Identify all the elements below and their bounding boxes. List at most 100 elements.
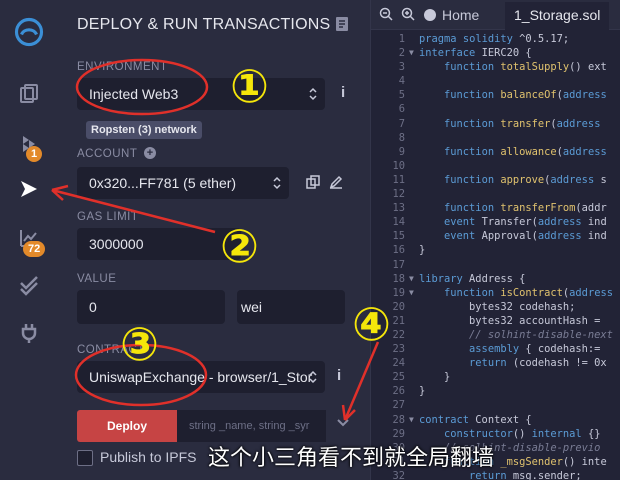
tab-home[interactable]: Home [423, 7, 479, 23]
file-explorer-icon[interactable] [0, 74, 58, 114]
value-unit: wei [241, 299, 263, 315]
zoom-out-icon[interactable] [379, 7, 393, 21]
code-line[interactable]: 8 [371, 131, 620, 145]
value-unit-select[interactable]: wei [237, 290, 345, 324]
code-line[interactable]: 15 event Approval(address ind [371, 229, 620, 243]
code-text: function transferFrom(addr [444, 202, 607, 215]
code-line[interactable]: 5 function balanceOf(address [371, 88, 620, 102]
line-number: 15 [392, 230, 405, 243]
line-number: 12 [392, 188, 405, 201]
fold-arrow-icon[interactable]: ▼ [409, 286, 419, 300]
contract-info-icon[interactable]: i [337, 367, 341, 384]
code-line[interactable]: 4 [371, 74, 620, 88]
line-number: 18 [392, 272, 405, 285]
code-line[interactable]: 6 [371, 102, 620, 116]
code-line[interactable]: 9 function allowance(address [371, 145, 620, 159]
fold-gutter [409, 328, 419, 342]
publish-ipfs-checkbox[interactable] [77, 450, 93, 466]
code-text: pragma solidity ^0.5.17; [419, 33, 570, 45]
line-number: 26 [392, 385, 405, 398]
account-value: 0x320...FF781 (5 ether) [89, 175, 237, 191]
code-line[interactable]: 24 return (codehash != 0x [371, 356, 620, 370]
deploy-button[interactable]: Deploy [77, 410, 177, 442]
code-line[interactable]: 23 assembly { codehash:= [371, 342, 620, 356]
line-number: 21 [392, 314, 405, 327]
code-line[interactable]: 22 // solhint-disable-next [371, 328, 620, 342]
line-number: 14 [392, 216, 405, 229]
code-line[interactable]: 14 event Transfer(address ind [371, 215, 620, 229]
fold-gutter [409, 300, 419, 314]
fold-gutter [409, 173, 419, 187]
testing-icon[interactable] [0, 266, 58, 306]
code-line[interactable]: 16} [371, 243, 620, 257]
code-line[interactable]: 19 ▼ function isContract(address [371, 286, 620, 300]
code-line[interactable]: 20 bytes32 codehash; [371, 300, 620, 314]
account-select[interactable]: 0x320...FF781 (5 ether) [77, 167, 289, 199]
edit-icon[interactable] [329, 175, 343, 189]
line-number: 10 [392, 159, 405, 172]
code-line[interactable]: 7 function transfer(address [371, 117, 620, 131]
line-number: 27 [392, 399, 405, 412]
code-line[interactable]: 3 function totalSupply() ext [371, 60, 620, 74]
fold-gutter [409, 159, 419, 173]
code-line[interactable]: 1 pragma solidity ^0.5.17; [371, 32, 620, 46]
deploy-run-icon[interactable] [0, 169, 58, 209]
value-label: VALUE [77, 273, 117, 285]
contract-select[interactable]: UniswapExchange - browser/1_Stor [77, 361, 325, 393]
code-line[interactable]: 17 [371, 258, 620, 272]
environment-select[interactable]: Injected Web3 [77, 78, 325, 110]
fold-gutter [409, 131, 419, 145]
line-number: 13 [392, 202, 405, 215]
fold-gutter [409, 187, 419, 201]
account-label: ACCOUNT [77, 148, 138, 160]
documentation-icon[interactable] [335, 16, 349, 32]
plugin-manager-icon[interactable] [0, 313, 58, 353]
value-input[interactable]: 0 [77, 290, 225, 324]
code-line[interactable]: 12 [371, 187, 620, 201]
chevron-down-icon[interactable] [336, 416, 350, 430]
environment-label: ENVIRONMENT [77, 61, 168, 73]
select-caret-icon [309, 87, 317, 101]
fold-gutter [409, 32, 419, 46]
fold-arrow-icon[interactable]: ▼ [409, 413, 419, 427]
code-text: event Transfer(address ind [444, 216, 607, 229]
constructor-params-input[interactable]: string _name, string _syr [177, 410, 326, 442]
code-lines[interactable]: 1 pragma solidity ^0.5.17; 2 ▼ interface IER… [371, 32, 620, 480]
code-line[interactable]: 25 } [371, 370, 620, 384]
code-line[interactable]: 18 ▼ library Address { [371, 272, 620, 286]
line-number: 19 [392, 286, 405, 299]
code-text: event Approval(address ind [444, 230, 607, 243]
code-line[interactable]: 2 ▼ interface IERC20 { [371, 46, 620, 60]
code-line[interactable]: 21 bytes32 accountHash = [371, 314, 620, 328]
code-line[interactable]: 29 constructor() internal {} [371, 427, 620, 441]
code-text: function isContract(address [444, 286, 613, 299]
fold-gutter [409, 384, 419, 398]
code-line[interactable]: 26} [371, 384, 620, 398]
code-text: // solhint-disable-next [419, 328, 613, 341]
line-number: 4 [398, 75, 405, 88]
compiler-badge: 1 [26, 146, 43, 162]
zoom-in-icon[interactable] [401, 7, 415, 21]
fold-arrow-icon[interactable]: ▼ [409, 46, 419, 60]
code-text: } [419, 385, 426, 398]
copy-icon[interactable] [306, 175, 320, 189]
code-line[interactable]: 28 ▼ contract Context { [371, 413, 620, 427]
tab-file[interactable]: 1_Storage.sol [505, 2, 610, 30]
fold-gutter [409, 356, 419, 370]
code-line[interactable]: 11 function approve(address s [371, 173, 620, 187]
fold-gutter [409, 88, 419, 102]
environment-info-icon[interactable]: i [341, 84, 345, 101]
add-account-icon[interactable]: + [144, 147, 156, 159]
fold-arrow-icon[interactable]: ▼ [409, 272, 419, 286]
home-icon [424, 9, 436, 21]
icon-rail: 1 72 [0, 0, 58, 480]
code-line[interactable]: 27 [371, 398, 620, 412]
gas-limit-input[interactable]: 3000000 [77, 228, 241, 260]
code-text: } [419, 244, 426, 257]
code-text: bytes32 codehash; [419, 300, 576, 313]
remix-logo-icon[interactable] [0, 12, 58, 52]
code-line[interactable]: 13 function transferFrom(addr [371, 201, 620, 215]
code-line[interactable]: 10 [371, 159, 620, 173]
fold-gutter [409, 258, 419, 272]
select-caret-icon [309, 370, 317, 384]
